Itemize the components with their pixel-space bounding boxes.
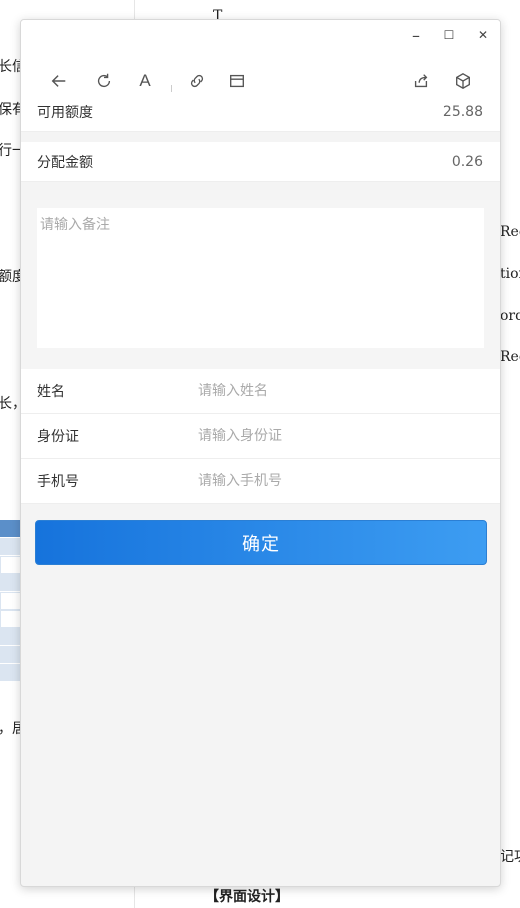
- title-bar: – ☐ ✕: [21, 20, 500, 50]
- doc-fragment: ord: [500, 308, 520, 324]
- close-button[interactable]: ✕: [473, 26, 493, 44]
- share-icon[interactable]: [410, 70, 432, 92]
- allocated-amount-value: 0.26: [451, 153, 483, 170]
- cube-icon[interactable]: [452, 70, 474, 92]
- remark-textarea[interactable]: [37, 208, 484, 348]
- applicant-form: 姓名 身份证 手机号: [21, 369, 500, 504]
- name-row: 姓名: [21, 369, 500, 414]
- available-amount-value: 25.88: [442, 103, 483, 120]
- minimize-button[interactable]: –: [406, 26, 426, 45]
- name-input[interactable]: [198, 383, 458, 399]
- name-label: 姓名: [37, 384, 65, 400]
- allocated-amount-row: 分配金额 0.26: [21, 142, 500, 182]
- doc-table-fragment: [0, 520, 22, 682]
- phone-label: 手机号: [37, 474, 79, 490]
- available-amount-row: 可用额度 25.88: [21, 92, 500, 132]
- allocated-amount-label: 分配金额: [37, 154, 93, 171]
- doc-fragment: Recor: [500, 224, 520, 240]
- confirm-button[interactable]: 确定: [35, 520, 487, 565]
- popup-window: – ☐ ✕ A 可用额度 25.88 分配金额 0.26 请输入备注 姓名 请输…: [20, 19, 501, 887]
- doc-fragment: Rec: [500, 349, 520, 365]
- font-icon[interactable]: A: [134, 70, 156, 92]
- available-amount-label: 可用额度: [37, 104, 93, 121]
- remark-section: [21, 200, 500, 375]
- doc-fragment: tionI: [500, 266, 520, 282]
- back-arrow-icon[interactable]: [48, 70, 70, 92]
- id-card-input[interactable]: [198, 428, 458, 444]
- window-icon[interactable]: [226, 70, 248, 92]
- refresh-icon[interactable]: [93, 70, 115, 92]
- phone-input[interactable]: [198, 473, 458, 489]
- doc-section-heading: 【界面设计】: [205, 889, 289, 905]
- doc-fragment: 记功: [500, 849, 520, 865]
- maximize-button[interactable]: ☐: [439, 26, 459, 44]
- phone-row: 手机号: [21, 459, 500, 504]
- id-card-row: 身份证: [21, 414, 500, 459]
- id-card-label: 身份证: [37, 429, 79, 445]
- link-icon[interactable]: [186, 70, 208, 92]
